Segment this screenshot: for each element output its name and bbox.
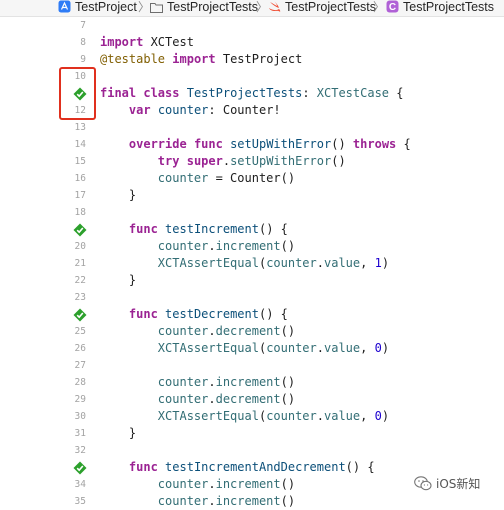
class-c-icon: C bbox=[386, 0, 399, 13]
code-line: 17 } bbox=[0, 187, 504, 204]
code-text: final class TestProjectTests: XCTestCase… bbox=[100, 86, 404, 100]
line-number: 28 bbox=[74, 377, 86, 388]
line-number: 31 bbox=[74, 428, 86, 439]
code-line: 30 XCTAssertEqual(counter.value, 0) bbox=[0, 408, 504, 425]
code-text: XCTAssertEqual(counter.value, 1) bbox=[157, 256, 390, 270]
line-number: 23 bbox=[74, 292, 86, 303]
code-text: try super.setUpWithError() bbox=[157, 154, 346, 168]
code-line: 28 counter.increment() bbox=[0, 374, 504, 391]
line-number: 27 bbox=[74, 360, 86, 371]
annotation-highlight-box bbox=[59, 67, 96, 120]
line-number: 26 bbox=[74, 343, 86, 354]
code-line: 21 XCTAssertEqual(counter.value, 1) bbox=[0, 255, 504, 272]
code-line: 18 bbox=[0, 204, 504, 221]
app-project-icon bbox=[58, 0, 71, 13]
code-line: 23 bbox=[0, 289, 504, 306]
breadcrumb-project[interactable]: TestProject bbox=[58, 0, 137, 16]
code-text: func testDecrement() { bbox=[128, 307, 288, 321]
code-line: 29 counter.decrement() bbox=[0, 391, 504, 408]
line-number: 35 bbox=[74, 496, 86, 507]
chevron-right-icon: 〉 bbox=[256, 0, 269, 14]
swift-file-icon bbox=[269, 1, 281, 12]
line-number: 17 bbox=[74, 190, 86, 201]
line-number: 7 bbox=[80, 20, 86, 31]
breadcrumb-label: TestProjectTests bbox=[167, 0, 259, 14]
code-text: counter.decrement() bbox=[157, 324, 296, 338]
watermark: iOS新知 bbox=[414, 472, 480, 494]
code-line: 14 override func setUpWithError() throws… bbox=[0, 136, 504, 153]
line-number: 8 bbox=[80, 37, 86, 48]
test-passed-diamond-icon[interactable] bbox=[73, 461, 87, 475]
code-text: counter.increment() bbox=[157, 375, 296, 389]
line-number: 30 bbox=[74, 411, 86, 422]
line-number: 34 bbox=[74, 479, 86, 490]
chevron-right-icon: 〉 bbox=[373, 0, 386, 14]
line-number: 15 bbox=[74, 156, 86, 167]
code-line: 26 XCTAssertEqual(counter.value, 0) bbox=[0, 340, 504, 357]
code-text: @testable import TestProject bbox=[100, 52, 303, 66]
line-number: 13 bbox=[74, 122, 86, 133]
line-number: 9 bbox=[80, 54, 86, 65]
wechat-icon bbox=[414, 475, 432, 490]
line-number: 20 bbox=[74, 241, 86, 252]
breadcrumb-folder[interactable]: TestProjectTests bbox=[150, 0, 258, 16]
line-number: 16 bbox=[74, 173, 86, 184]
code-text: } bbox=[100, 426, 137, 440]
line-number: 25 bbox=[74, 326, 86, 337]
code-text: var counter: Counter! bbox=[128, 103, 281, 117]
svg-text:C: C bbox=[389, 2, 396, 13]
code-line: 24 func testDecrement() { bbox=[0, 306, 504, 323]
code-text: } bbox=[100, 188, 137, 202]
line-number: 21 bbox=[74, 258, 86, 269]
breadcrumb-label: TestProjectTests bbox=[285, 0, 377, 14]
watermark-text: iOS新知 bbox=[436, 476, 481, 491]
code-line: 16 counter = Counter() bbox=[0, 170, 504, 187]
code-text: func testIncrementAndDecrement() { bbox=[128, 460, 375, 474]
jump-bar: TestProject 〉 TestProjectTests 〉 TestPro… bbox=[0, 0, 504, 17]
test-passed-diamond-icon[interactable] bbox=[73, 223, 87, 237]
code-text: counter = Counter() bbox=[157, 171, 296, 185]
code-line: 15 try super.setUpWithError() bbox=[0, 153, 504, 170]
code-text: XCTAssertEqual(counter.value, 0) bbox=[157, 341, 390, 355]
code-text: counter.increment() bbox=[157, 239, 296, 253]
line-number: 18 bbox=[74, 207, 86, 218]
code-line: 7 bbox=[0, 17, 504, 34]
test-passed-diamond-icon[interactable] bbox=[73, 308, 87, 322]
code-text: import XCTest bbox=[100, 35, 194, 49]
code-line: 35 counter.increment() bbox=[0, 493, 504, 510]
folder-icon bbox=[150, 3, 163, 13]
line-number: 32 bbox=[74, 445, 86, 456]
code-line: 27 bbox=[0, 357, 504, 374]
code-text: XCTAssertEqual(counter.value, 0) bbox=[157, 409, 390, 423]
breadcrumb-label: TestProject bbox=[75, 0, 137, 14]
code-line: 25 counter.decrement() bbox=[0, 323, 504, 340]
line-number: 29 bbox=[74, 394, 86, 405]
code-text: func testIncrement() { bbox=[128, 222, 288, 236]
code-text: } bbox=[100, 273, 137, 287]
code-line: 9 @testable import TestProject bbox=[0, 51, 504, 68]
code-text: counter.decrement() bbox=[157, 392, 296, 406]
code-line: 22 } bbox=[0, 272, 504, 289]
breadcrumb-label: TestProjectTests bbox=[403, 0, 495, 14]
code-text: override func setUpWithError() throws { bbox=[128, 137, 411, 151]
line-number: 14 bbox=[74, 139, 86, 150]
code-text: counter.increment() bbox=[157, 494, 296, 508]
breadcrumb-class[interactable]: C TestProjectTests bbox=[386, 0, 494, 16]
code-line: 19 func testIncrement() { bbox=[0, 221, 504, 238]
chevron-right-icon: 〉 bbox=[138, 0, 151, 14]
code-text: counter.increment() bbox=[157, 477, 296, 491]
code-line: 20 counter.increment() bbox=[0, 238, 504, 255]
breadcrumb-file[interactable]: TestProjectTests bbox=[268, 0, 376, 16]
line-number: 22 bbox=[74, 275, 86, 286]
code-line: 31 } bbox=[0, 425, 504, 442]
code-line: 32 bbox=[0, 442, 504, 459]
code-line: 13 bbox=[0, 119, 504, 136]
code-line: 8 import XCTest bbox=[0, 34, 504, 51]
